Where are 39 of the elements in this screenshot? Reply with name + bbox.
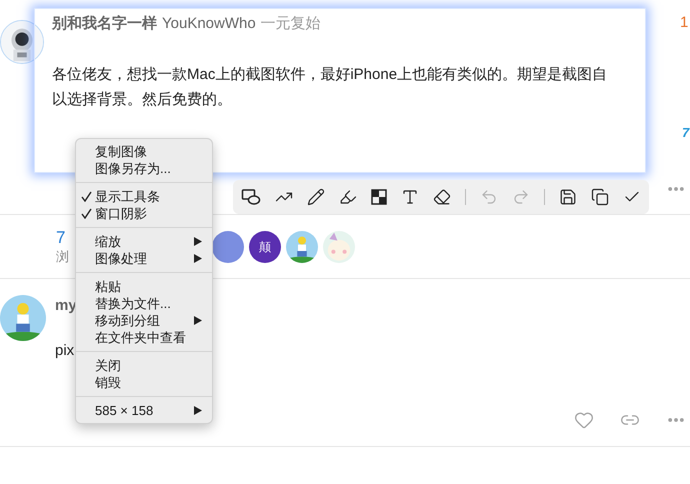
menu-item[interactable]: 销毁 xyxy=(76,374,212,391)
avatar[interactable] xyxy=(212,230,244,262)
menu-item[interactable]: 图像处理 xyxy=(76,250,212,267)
avatar[interactable]: 颠 xyxy=(249,230,281,262)
check-icon xyxy=(81,208,92,219)
menu-item[interactable]: 在文件夹中查看 xyxy=(76,329,212,346)
like-icon[interactable] xyxy=(574,410,594,430)
submenu-arrow-icon xyxy=(194,406,202,415)
menu-item[interactable]: 显示工具条 xyxy=(76,188,212,205)
shapes-icon[interactable] xyxy=(241,188,261,206)
menu-item[interactable]: 585 × 158 xyxy=(76,402,212,419)
menu-item[interactable]: 移动到分组 xyxy=(76,312,212,329)
stat-value: 7 xyxy=(56,228,66,248)
author-name[interactable]: my xyxy=(55,295,77,318)
menu-item[interactable]: 替换为文件... xyxy=(76,295,212,312)
stat-label: 浏 xyxy=(56,248,69,266)
post-text: 各位佬友，想找一款Mac上的截图软件，最好iPhone上也能有类似的。期望是截图自 xyxy=(52,65,608,85)
text-tool-icon[interactable] xyxy=(401,188,419,206)
post-text: 以选择背景。然后免费的。 xyxy=(52,90,232,110)
submenu-arrow-icon xyxy=(194,316,202,325)
pencil-icon[interactable] xyxy=(307,188,325,206)
menu-item[interactable]: 关闭 xyxy=(76,357,212,374)
user-title: 一元复始 xyxy=(260,14,321,34)
eraser-icon[interactable] xyxy=(433,188,451,206)
save-icon[interactable] xyxy=(559,188,577,206)
screenshot-frame[interactable] xyxy=(34,8,646,173)
mosaic-icon[interactable] xyxy=(371,189,387,205)
menu-item[interactable]: 粘贴 xyxy=(76,278,212,295)
copy-icon[interactable] xyxy=(591,188,609,206)
author-name[interactable]: 别和我名字一样 xyxy=(52,12,157,36)
menu-item[interactable]: 图像另存为... xyxy=(76,160,212,177)
highlighter-icon[interactable] xyxy=(339,188,357,206)
post-number: 1 xyxy=(680,13,688,33)
username[interactable]: YouKnowWho xyxy=(162,12,256,36)
check-icon xyxy=(81,191,92,202)
menu-item[interactable]: 窗口阴影 xyxy=(76,205,212,222)
menu-item[interactable]: 缩放 xyxy=(76,233,212,250)
menu-item[interactable]: 复制图像 xyxy=(76,143,212,160)
post-text: pix xyxy=(55,340,74,360)
